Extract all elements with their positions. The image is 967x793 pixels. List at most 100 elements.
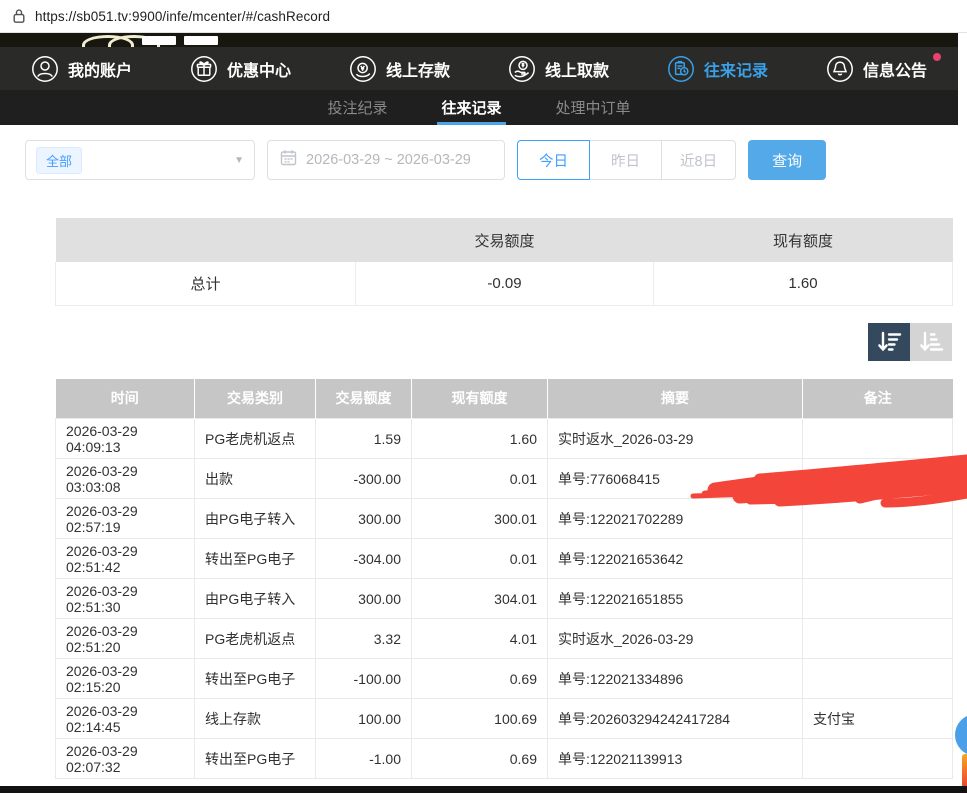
- cell-note: [803, 419, 953, 459]
- summary-header-row: 交易额度 现有额度: [56, 218, 953, 262]
- query-button[interactable]: 查询: [748, 140, 826, 180]
- cell-trade-amount: 3.32: [316, 619, 412, 659]
- cell-type: 线上存款: [195, 699, 316, 739]
- yesterday-button[interactable]: 昨日: [589, 140, 662, 180]
- cell-time: 2026-03-29 02:15:20: [56, 659, 195, 699]
- cell-summary: 实时返水_2026-03-29: [548, 619, 803, 659]
- records-header-row: 时间 交易类别 交易额度 现有额度 摘要 备注: [56, 379, 953, 419]
- cell-time: 2026-03-29 02:51:30: [56, 579, 195, 619]
- cell-note: 支付宝: [803, 699, 953, 739]
- nav-label: 我的账户: [68, 57, 132, 81]
- table-row: 2026-03-29 02:14:45 线上存款 100.00 100.69 单…: [56, 699, 953, 739]
- nav-label: 优惠中心: [227, 57, 291, 81]
- button-label: 今日: [539, 150, 568, 171]
- cell-trade-amount: -1.00: [316, 739, 412, 779]
- last-8-days-button[interactable]: 近8日: [661, 140, 736, 180]
- table-row: 2026-03-29 02:51:30 由PG电子转入 300.00 304.0…: [56, 579, 953, 619]
- cell-note: [803, 499, 953, 539]
- gift-icon: [190, 55, 218, 83]
- cell-summary: 单号:122021653642: [548, 539, 803, 579]
- summary-header-empty: [56, 218, 356, 262]
- cell-note: [803, 579, 953, 619]
- type-select[interactable]: 全部 ▼: [25, 140, 255, 180]
- nav-item-deposit[interactable]: 线上存款: [343, 55, 456, 83]
- sort-descending-button[interactable]: [868, 323, 910, 361]
- cell-time: 2026-03-29 02:51:20: [56, 619, 195, 659]
- summary-balance: 1.60: [654, 262, 953, 305]
- col-type: 交易类别: [195, 379, 316, 419]
- cell-balance: 304.01: [412, 579, 548, 619]
- browser-window: https://sb051.tv:9900/infe/mcenter/#/cas…: [0, 0, 967, 793]
- cell-type: 转出至PG电子: [195, 659, 316, 699]
- table-row: 2026-03-29 04:09:13 PG老虎机返点 1.59 1.60 实时…: [56, 419, 953, 459]
- nav-item-promotions[interactable]: 优惠中心: [184, 55, 297, 83]
- browser-url-bar[interactable]: https://sb051.tv:9900/infe/mcenter/#/cas…: [0, 0, 967, 33]
- tab-label: 投注纪录: [327, 97, 387, 118]
- sort-controls: [0, 323, 952, 361]
- today-button[interactable]: 今日: [517, 140, 590, 180]
- cell-balance: 4.01: [412, 619, 548, 659]
- table-row: 2026-03-29 02:07:32 转出至PG电子 -1.00 0.69 单…: [56, 739, 953, 779]
- cell-time: 2026-03-29 02:07:32: [56, 739, 195, 779]
- cell-trade-amount: 300.00: [316, 499, 412, 539]
- lock-icon: [12, 8, 26, 24]
- cell-balance: 0.69: [412, 659, 548, 699]
- site-header-strip: [0, 33, 958, 47]
- nav-item-cash-records[interactable]: 往来记录: [661, 55, 774, 83]
- summary-header-balance: 现有额度: [654, 218, 953, 262]
- nav-label: 信息公告: [863, 57, 927, 81]
- withdraw-hand-icon: [508, 55, 536, 83]
- chevron-down-icon: ▼: [234, 155, 244, 166]
- records-table: 时间 交易类别 交易额度 现有额度 摘要 备注 2026-03-29 04:09…: [55, 379, 953, 780]
- tab-cash-records[interactable]: 往来记录: [431, 90, 511, 125]
- col-note: 备注: [803, 379, 953, 419]
- user-icon: [31, 55, 59, 83]
- selected-type-tag[interactable]: 全部: [36, 147, 82, 174]
- table-row: 2026-03-29 02:15:20 转出至PG电子 -100.00 0.69…: [56, 659, 953, 699]
- main-navbar: 我的账户 优惠中心 线上存款: [0, 47, 958, 90]
- cell-balance: 300.01: [412, 499, 548, 539]
- nav-label: 线上取款: [545, 57, 609, 81]
- tab-label: 往来记录: [441, 97, 501, 118]
- chat-widget-button[interactable]: [955, 714, 967, 756]
- cell-type: 转出至PG电子: [195, 539, 316, 579]
- nav-item-withdraw[interactable]: 线上取款: [502, 55, 615, 83]
- cell-note: [803, 619, 953, 659]
- records-clipboard-icon: [667, 55, 695, 83]
- cell-note: [803, 739, 953, 779]
- nav-item-my-account[interactable]: 我的账户: [25, 55, 138, 83]
- cell-balance: 100.69: [412, 699, 548, 739]
- cell-trade-amount: 100.00: [316, 699, 412, 739]
- filter-bar: 全部 ▼ 2026-03-29 ~ 2026-03-29 今日 昨日 近8日: [25, 140, 967, 180]
- cell-summary: 单号:122021334896: [548, 659, 803, 699]
- col-trade-amount: 交易额度: [316, 379, 412, 419]
- subnav-tabs: 投注纪录 往来记录 处理中订单: [0, 90, 958, 125]
- site-logo-partial: [142, 36, 176, 45]
- cell-time: 2026-03-29 02:14:45: [56, 699, 195, 739]
- cell-balance: 0.01: [412, 539, 548, 579]
- notification-dot: [933, 53, 941, 61]
- nav-label: 线上存款: [386, 57, 450, 81]
- nav-item-announcements[interactable]: 信息公告: [820, 55, 933, 83]
- date-range-picker[interactable]: 2026-03-29 ~ 2026-03-29: [267, 140, 505, 180]
- cell-type: 由PG电子转入: [195, 499, 316, 539]
- sort-ascending-button[interactable]: [910, 323, 952, 361]
- summary-trade-amount: -0.09: [356, 262, 654, 305]
- cell-note: [803, 539, 953, 579]
- nav-label: 往来记录: [704, 57, 768, 81]
- table-row: 2026-03-29 02:51:20 PG老虎机返点 3.32 4.01 实时…: [56, 619, 953, 659]
- url-text[interactable]: https://sb051.tv:9900/infe/mcenter/#/cas…: [35, 9, 330, 24]
- tab-pending-orders[interactable]: 处理中订单: [546, 90, 641, 125]
- cell-trade-amount: -304.00: [316, 539, 412, 579]
- tab-bet-records[interactable]: 投注纪录: [317, 90, 397, 125]
- cell-summary: 单号:122021651855: [548, 579, 803, 619]
- cell-trade-amount: -300.00: [316, 459, 412, 499]
- tab-label: 处理中订单: [556, 97, 631, 118]
- cell-time: 2026-03-29 02:51:42: [56, 539, 195, 579]
- summary-total-label: 总计: [56, 262, 356, 305]
- side-widget-partial[interactable]: [962, 754, 967, 788]
- cell-time: 2026-03-29 04:09:13: [56, 419, 195, 459]
- col-balance: 现有额度: [412, 379, 548, 419]
- table-row: 2026-03-29 02:57:19 由PG电子转入 300.00 300.0…: [56, 499, 953, 539]
- cell-note: [803, 459, 953, 499]
